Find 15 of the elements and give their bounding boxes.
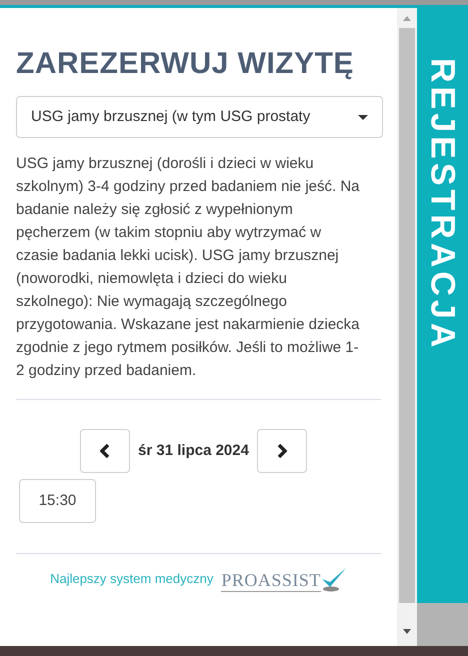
next-day-button[interactable] — [256, 429, 307, 473]
chevron-right-icon — [276, 444, 287, 458]
checkmark-icon — [320, 566, 347, 592]
scrollbar[interactable] — [397, 8, 417, 646]
time-slot-button[interactable]: 15:30 — [19, 479, 96, 523]
caret-icon — [358, 114, 368, 120]
logo-text: PROASSIST — [221, 569, 321, 592]
previous-day-button[interactable] — [80, 429, 130, 473]
preparation-text: USG jamy brzusznej (dorośli i dzieci w wieku szkolnym) 3-4 godziny przed badaniem nie jeść. Na badanie należy się zgłosić z wypełnionym pęcherzem (w takim stopniu aby wytrzymać w czasie badania lekki ucisk). USG jamy brzusznej (noworodki, niemowlęta i dzieci do wieku szkolnego): Nie wymagają szczególnego przygotowania. Wskazane jest nakarmienie dziecka zgodnie z jego rytmem posiłków. Jeśli to możliwe 1-2 godziny przed badaniem. — [16, 154, 360, 381]
footer-text: Najlepszy system medyczny — [50, 570, 214, 588]
scroll-down-icon[interactable] — [403, 629, 411, 634]
page-title: ZAREZERWUJ WIZYTĘ — [16, 46, 355, 82]
selected-date: śr 31 lipca 2024 — [138, 440, 249, 461]
chevron-left-icon — [100, 444, 110, 458]
service-dropdown[interactable]: USG jamy brzusznej (w tym USG prostaty — [16, 96, 383, 138]
